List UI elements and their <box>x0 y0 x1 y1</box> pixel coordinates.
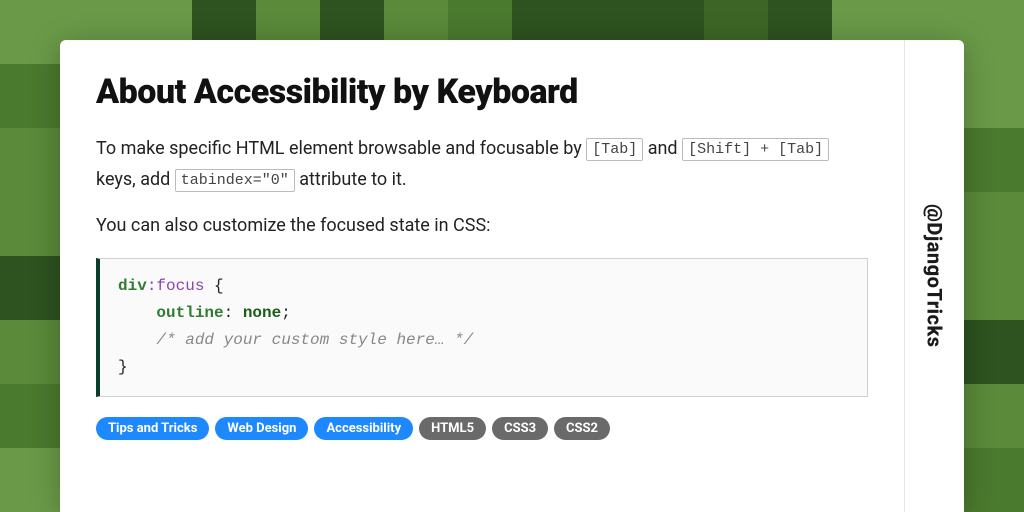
kbd-tabindex: tabindex="0" <box>175 169 295 192</box>
kbd-tab: [Tab] <box>586 138 643 161</box>
code-indent <box>118 331 156 349</box>
code-indent <box>118 304 156 322</box>
tag-css2[interactable]: CSS2 <box>554 417 610 441</box>
code-brace-close: } <box>118 358 128 376</box>
tag-web-design[interactable]: Web Design <box>215 417 308 441</box>
tag-html5[interactable]: HTML5 <box>419 417 486 441</box>
code-value: none <box>243 304 281 322</box>
kbd-shift-tab: [Shift] + [Tab] <box>682 138 829 161</box>
tag-css3[interactable]: CSS3 <box>492 417 548 441</box>
text: and <box>648 138 682 159</box>
author-handle[interactable]: @DjangoTricks <box>923 204 947 348</box>
code-colon: : <box>224 304 243 322</box>
code-property: outline <box>156 304 223 322</box>
code-semicolon: ; <box>281 304 291 322</box>
css-intro-paragraph: You can also customize the focused state… <box>96 211 868 242</box>
code-selector: div <box>118 277 147 295</box>
main-column: About Accessibility by Keyboard To make … <box>60 40 904 512</box>
tag-tips-and-tricks[interactable]: Tips and Tricks <box>96 417 209 441</box>
text: To make specific HTML element browsable … <box>96 138 586 159</box>
tag-row: Tips and Tricks Web Design Accessibility… <box>96 417 868 441</box>
content-card: About Accessibility by Keyboard To make … <box>60 40 964 512</box>
code-comment: /* add your custom style here… */ <box>156 331 473 349</box>
intro-paragraph: To make specific HTML element browsable … <box>96 134 868 195</box>
text: keys, add <box>96 169 175 190</box>
page-title: About Accessibility by Keyboard <box>96 72 868 112</box>
text: attribute to it. <box>299 169 406 190</box>
code-pseudo: :focus <box>147 277 205 295</box>
sidebar: @DjangoTricks <box>904 40 964 512</box>
code-block: div:focus { outline: none; /* add your c… <box>96 258 868 397</box>
code-brace-open: { <box>204 277 223 295</box>
tag-accessibility[interactable]: Accessibility <box>314 417 413 441</box>
